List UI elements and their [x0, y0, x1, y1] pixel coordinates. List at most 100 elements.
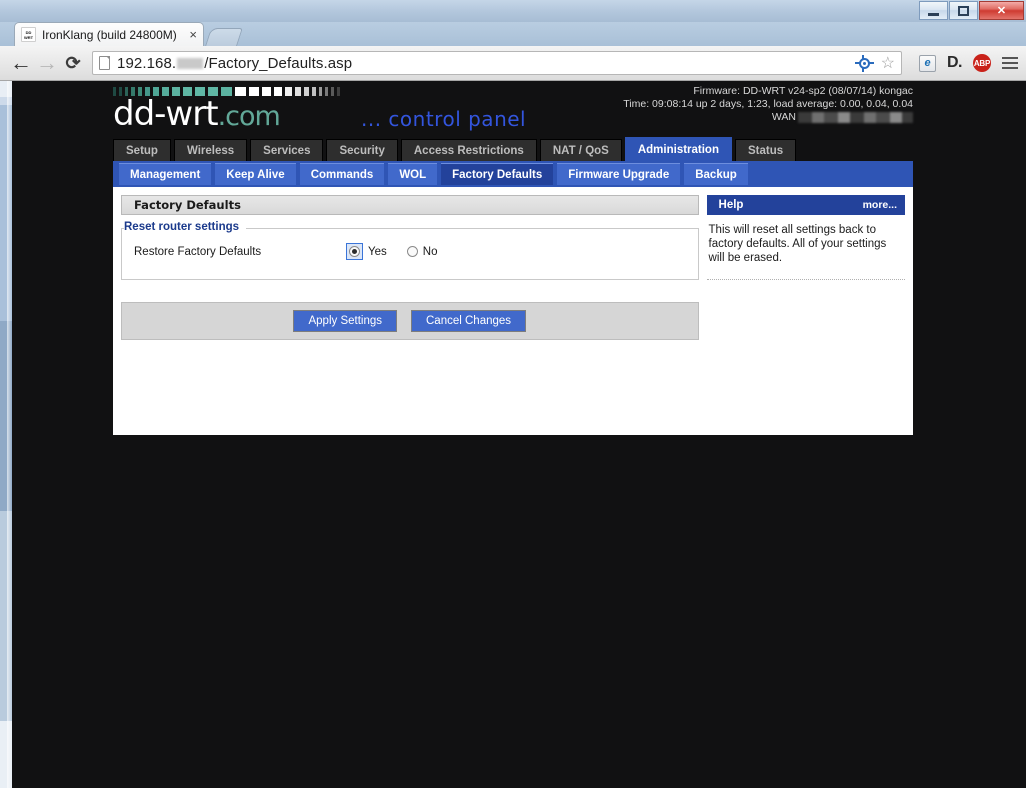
page-viewport: dd-wrt.com ... control panel Firmware: D…: [0, 81, 1026, 788]
help-panel: Help more... This will reset all setting…: [706, 195, 905, 427]
wan-row: WAN: [623, 111, 913, 124]
favicon-line-2: WRT: [23, 35, 34, 40]
sub-tab-bar: Management Keep Alive Commands WOL Factory D…: [113, 161, 913, 187]
window-titlebar[interactable]: ✕: [0, 0, 1026, 22]
reload-icon[interactable]: ⟳: [60, 50, 86, 76]
main-tab-wireless[interactable]: Wireless: [173, 139, 248, 161]
browser-toolbar: ← → ⟳ 192.168. /Factory_Defaults.asp ☆ e …: [0, 46, 1026, 81]
logo-bar-16: [274, 87, 282, 96]
maximize-icon: [958, 5, 969, 16]
cancel-changes-button[interactable]: Cancel Changes: [411, 310, 527, 332]
window-controls: ✕: [918, 1, 1024, 20]
restore-factory-defaults-row: Restore Factory Defaults Yes No: [134, 243, 688, 260]
tab-close-icon[interactable]: ×: [189, 28, 197, 41]
uptime-text: Time: 09:08:14 up 2 days, 1:23, load ave…: [623, 98, 913, 110]
main-tab-administration[interactable]: Administration: [624, 137, 732, 161]
logo-main-text: dd-wrt: [113, 94, 219, 134]
main-tab-access-restrictions[interactable]: Access Restrictions: [400, 139, 537, 161]
logo-bar-21: [319, 87, 322, 96]
main-tab-setup[interactable]: Setup: [113, 139, 171, 161]
logo-bar-14: [249, 87, 259, 96]
diigo-icon[interactable]: D.: [947, 54, 963, 72]
main-tab-status[interactable]: Status: [734, 139, 797, 161]
radio-no-label: No: [422, 245, 438, 258]
logo-bar-22: [325, 87, 328, 96]
restore-defaults-radio-group: Yes No: [346, 243, 437, 260]
window-close-button[interactable]: ✕: [979, 1, 1024, 20]
logo-bar-15: [262, 87, 271, 96]
window-maximize-button[interactable]: [949, 1, 978, 20]
radio-option-no[interactable]: No: [406, 245, 438, 258]
apply-settings-button[interactable]: Apply Settings: [293, 310, 397, 332]
logo-bar-12: [221, 87, 232, 96]
restore-factory-defaults-label: Restore Factory Defaults: [134, 245, 262, 258]
sub-tab-list: Management Keep Alive Commands WOL Factory D…: [113, 161, 913, 187]
browser-tab-title: IronKlang (build 24800M): [42, 27, 177, 42]
fieldset-legend: Reset router settings: [124, 221, 247, 233]
radio-yes-input[interactable]: [349, 246, 360, 257]
sub-tab-firmware-upgrade[interactable]: Firmware Upgrade: [557, 163, 681, 185]
sub-tab-backup[interactable]: Backup: [684, 163, 748, 185]
url-redacted-octet: [177, 57, 204, 69]
back-icon[interactable]: ←: [8, 50, 34, 76]
radio-yes-focus-ring: [346, 243, 363, 260]
help-text: This will reset all settings back to fac…: [708, 224, 887, 264]
help-more-link[interactable]: more...: [863, 199, 897, 211]
omnibox-icons: ☆: [854, 53, 895, 73]
ddwrt-control-panel: dd-wrt.com ... control panel Firmware: D…: [113, 81, 913, 435]
sub-tab-keep-alive[interactable]: Keep Alive: [215, 163, 296, 185]
minimize-icon: [928, 12, 939, 16]
adblock-plus-icon[interactable]: ABP: [973, 54, 991, 72]
reset-router-settings-fieldset: Reset router settings Restore Factory De…: [121, 221, 699, 280]
help-separator: [706, 279, 905, 280]
page-document-icon: [99, 56, 110, 70]
main-tab-security[interactable]: Security: [326, 139, 398, 161]
logo-bar-17: [285, 87, 292, 96]
browser-window: ✕ DD WRT IronKlang (build 24800M) × ← → …: [0, 0, 1026, 788]
radio-yes-label: Yes: [368, 245, 387, 258]
browser-tab[interactable]: DD WRT IronKlang (build 24800M) ×: [14, 22, 204, 46]
help-panel-header: Help more...: [706, 195, 905, 215]
logo-bar-19: [304, 87, 309, 96]
viewport-left-edge: [0, 81, 12, 788]
new-tab-button[interactable]: [205, 28, 243, 46]
settings-column: Factory Defaults Reset router settings R…: [121, 195, 699, 427]
page-content: Factory Defaults Reset router settings R…: [113, 187, 913, 435]
extension-tool-icon[interactable]: [854, 54, 874, 72]
logo-bar-23: [331, 87, 334, 96]
extension-icons: e D. ABP: [910, 54, 1018, 72]
address-bar[interactable]: 192.168. /Factory_Defaults.asp ☆: [92, 51, 902, 75]
logo-bar-18: [295, 87, 301, 96]
wan-label: WAN: [771, 111, 796, 123]
help-title: Help: [718, 199, 744, 211]
logo-bar-24: [337, 87, 340, 96]
main-tab-bar: Setup Wireless Services Security Access Rest…: [113, 137, 799, 161]
logo-bar-13: [235, 87, 246, 96]
logo-tld-text: .com: [217, 101, 281, 132]
window-minimize-button[interactable]: [919, 1, 948, 20]
url-text: 192.168. /Factory_Defaults.asp: [117, 55, 352, 72]
sub-tab-commands[interactable]: Commands: [299, 163, 385, 185]
control-panel-subtitle: ... control panel: [361, 107, 527, 131]
main-tab-services[interactable]: Services: [250, 139, 324, 161]
sub-tab-factory-defaults[interactable]: Factory Defaults: [441, 163, 554, 185]
radio-no-input[interactable]: [406, 246, 418, 257]
radio-option-yes[interactable]: Yes: [346, 243, 387, 260]
ie-tab-icon[interactable]: e: [919, 54, 936, 72]
sub-tab-management[interactable]: Management: [119, 163, 212, 185]
forward-icon[interactable]: →: [34, 50, 60, 76]
browser-tabstrip: DD WRT IronKlang (build 24800M) ×: [0, 22, 1026, 46]
logo-bar-20: [312, 87, 316, 96]
ddwrt-logo: dd-wrt.com: [113, 94, 281, 134]
url-prefix: 192.168.: [117, 54, 177, 72]
main-tab-nat-qos[interactable]: NAT / QoS: [539, 139, 622, 161]
firmware-text: Firmware: DD-WRT v24-sp2 (08/07/14) kong…: [693, 85, 913, 97]
ddwrt-header: dd-wrt.com ... control panel Firmware: D…: [113, 81, 913, 141]
form-action-bar: Apply Settings Cancel Changes: [121, 302, 699, 340]
section-title: Factory Defaults: [121, 195, 699, 215]
sub-tab-wol[interactable]: WOL: [388, 163, 438, 185]
chrome-menu-icon[interactable]: [1002, 57, 1018, 69]
wan-address-redacted: [798, 112, 913, 123]
url-suffix: /Factory_Defaults.asp: [204, 54, 353, 72]
bookmark-star-icon[interactable]: ☆: [881, 53, 895, 73]
